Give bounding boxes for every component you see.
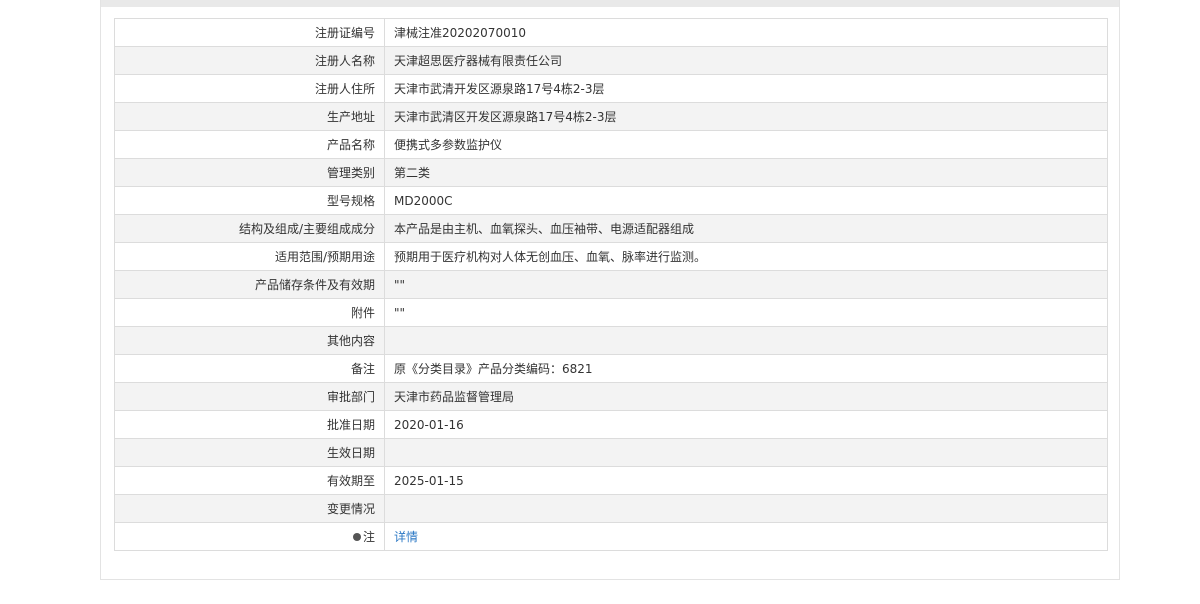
table-row: 管理类别 第二类 bbox=[114, 158, 1108, 187]
field-label-structure-composition: 结构及组成/主要组成成分 bbox=[114, 214, 385, 243]
field-value-approval-department: 天津市药品监督管理局 bbox=[384, 382, 1108, 411]
panel-top-bar bbox=[101, 0, 1119, 7]
note-label-text: 注 bbox=[362, 530, 375, 544]
table-row: 其他内容 bbox=[114, 326, 1108, 355]
lightbulb-icon bbox=[352, 533, 361, 541]
field-value-other-content bbox=[384, 326, 1108, 355]
table-row: 型号规格 MD2000C bbox=[114, 186, 1108, 215]
table-row: 注 详情 bbox=[114, 522, 1108, 551]
table-row: 生效日期 bbox=[114, 438, 1108, 467]
table-row: 备注 原《分类目录》产品分类编码：6821 bbox=[114, 354, 1108, 383]
table-row: 审批部门 天津市药品监督管理局 bbox=[114, 382, 1108, 411]
field-value-management-category: 第二类 bbox=[384, 158, 1108, 187]
field-label-valid-until: 有效期至 bbox=[114, 466, 385, 495]
detail-panel: 注册证编号 津械注准20202070010 注册人名称 天津超思医疗器械有限责任… bbox=[100, 0, 1120, 580]
field-value-note: 详情 bbox=[384, 522, 1108, 551]
field-value-remarks: 原《分类目录》产品分类编码：6821 bbox=[384, 354, 1108, 383]
field-label-registrant-address: 注册人住所 bbox=[114, 74, 385, 103]
field-label-note: 注 bbox=[114, 522, 385, 551]
table-row: 生产地址 天津市武清区开发区源泉路17号4栋2-3层 bbox=[114, 102, 1108, 131]
field-label-approval-department: 审批部门 bbox=[114, 382, 385, 411]
table-row: 注册证编号 津械注准20202070010 bbox=[114, 18, 1108, 47]
details-link[interactable]: 详情 bbox=[394, 530, 418, 544]
field-label-other-content: 其他内容 bbox=[114, 326, 385, 355]
field-label-registrant-name: 注册人名称 bbox=[114, 46, 385, 75]
field-value-registrant-name: 天津超思医疗器械有限责任公司 bbox=[384, 46, 1108, 75]
field-label-remarks: 备注 bbox=[114, 354, 385, 383]
field-value-production-address: 天津市武清区开发区源泉路17号4栋2-3层 bbox=[384, 102, 1108, 131]
field-value-registrant-address: 天津市武清开发区源泉路17号4栋2-3层 bbox=[384, 74, 1108, 103]
table-row: 变更情况 bbox=[114, 494, 1108, 523]
field-label-attachment: 附件 bbox=[114, 298, 385, 327]
field-value-registration-number: 津械注准20202070010 bbox=[384, 18, 1108, 47]
field-label-effective-date: 生效日期 bbox=[114, 438, 385, 467]
table-row: 产品储存条件及有效期 "" bbox=[114, 270, 1108, 299]
field-label-production-address: 生产地址 bbox=[114, 102, 385, 131]
table-row: 批准日期 2020-01-16 bbox=[114, 410, 1108, 439]
field-label-registration-number: 注册证编号 bbox=[114, 18, 385, 47]
field-value-approval-date: 2020-01-16 bbox=[384, 410, 1108, 439]
field-value-structure-composition: 本产品是由主机、血氧探头、血压袖带、电源适配器组成 bbox=[384, 214, 1108, 243]
field-label-storage-validity: 产品储存条件及有效期 bbox=[114, 270, 385, 299]
field-label-product-name: 产品名称 bbox=[114, 130, 385, 159]
field-value-intended-use: 预期用于医疗机构对人体无创血压、血氧、脉率进行监测。 bbox=[384, 242, 1108, 271]
table-row: 有效期至 2025-01-15 bbox=[114, 466, 1108, 495]
field-value-valid-until: 2025-01-15 bbox=[384, 466, 1108, 495]
registration-detail-table: 注册证编号 津械注准20202070010 注册人名称 天津超思医疗器械有限责任… bbox=[114, 18, 1108, 551]
field-value-product-name: 便携式多参数监护仪 bbox=[384, 130, 1108, 159]
field-value-storage-validity: "" bbox=[384, 270, 1108, 299]
field-label-model-spec: 型号规格 bbox=[114, 186, 385, 215]
field-label-change-status: 变更情况 bbox=[114, 494, 385, 523]
field-label-intended-use: 适用范围/预期用途 bbox=[114, 242, 385, 271]
field-label-approval-date: 批准日期 bbox=[114, 410, 385, 439]
field-label-management-category: 管理类别 bbox=[114, 158, 385, 187]
table-row: 适用范围/预期用途 预期用于医疗机构对人体无创血压、血氧、脉率进行监测。 bbox=[114, 242, 1108, 271]
table-row: 附件 "" bbox=[114, 298, 1108, 327]
field-value-model-spec: MD2000C bbox=[384, 186, 1108, 215]
field-value-change-status bbox=[384, 494, 1108, 523]
table-row: 注册人住所 天津市武清开发区源泉路17号4栋2-3层 bbox=[114, 74, 1108, 103]
table-row: 结构及组成/主要组成成分 本产品是由主机、血氧探头、血压袖带、电源适配器组成 bbox=[114, 214, 1108, 243]
field-value-attachment: "" bbox=[384, 298, 1108, 327]
table-row: 注册人名称 天津超思医疗器械有限责任公司 bbox=[114, 46, 1108, 75]
table-row: 产品名称 便携式多参数监护仪 bbox=[114, 130, 1108, 159]
field-value-effective-date bbox=[384, 438, 1108, 467]
